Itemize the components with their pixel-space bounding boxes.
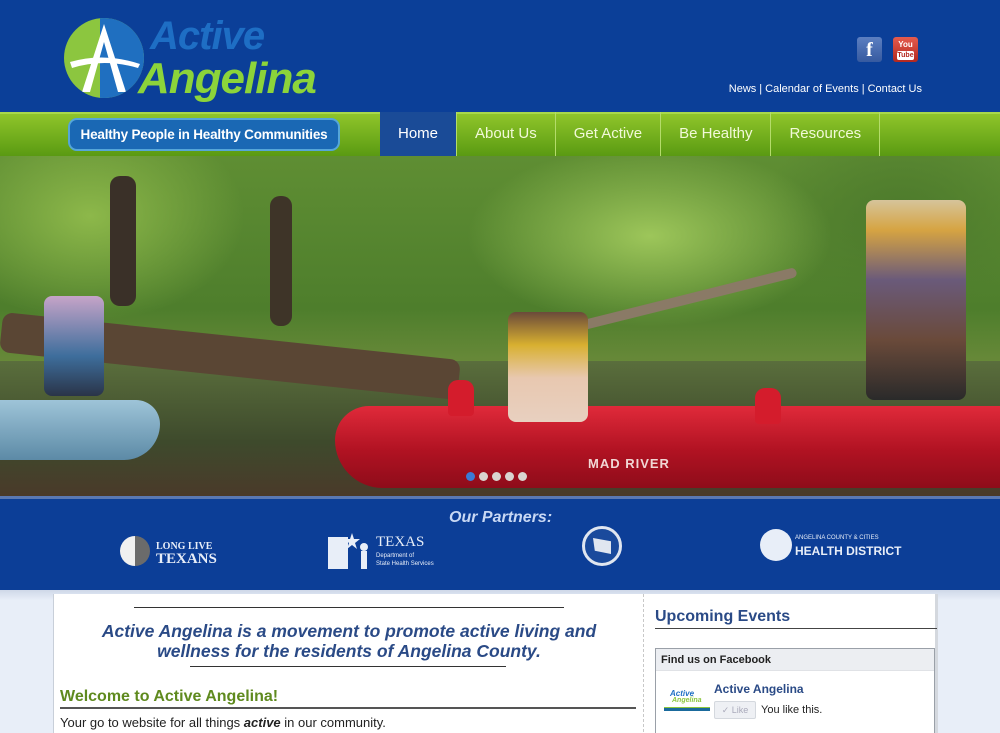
sidebar: Upcoming Events Find us on Facebook Acti…	[643, 594, 938, 733]
nav-item-resources[interactable]: Resources	[771, 112, 881, 156]
welcome-text-part: Your go to website for all things	[60, 715, 244, 730]
nav-item-be-healthy[interactable]: Be Healthy	[661, 112, 772, 156]
hero-tree-trunk	[270, 196, 292, 326]
kayak-brand-label: MAD RIVER	[588, 456, 670, 471]
logo-text-active: Active	[150, 14, 265, 58]
divider	[60, 707, 636, 709]
slideshow-dots	[466, 472, 527, 481]
welcome-text-part: in our community.	[280, 715, 386, 730]
nav-item-get-active[interactable]: Get Active	[556, 112, 662, 156]
slide-dot-1[interactable]	[466, 472, 475, 481]
link-separator: |	[861, 83, 865, 95]
logo-mark-icon	[64, 18, 144, 98]
partner-line: TEXANS	[156, 551, 217, 567]
link-calendar-of-events[interactable]: Calendar of Events	[765, 83, 859, 95]
hero-blue-canoe	[0, 400, 160, 460]
facebook-like-button[interactable]: ✓ Like	[714, 701, 756, 719]
facebook-widget-header: Find us on Facebook	[656, 649, 934, 671]
link-news[interactable]: News	[729, 83, 757, 95]
divider	[655, 628, 937, 629]
youtube-icon[interactable]: You Tube	[893, 37, 918, 62]
texas-flag-icon	[120, 536, 150, 566]
facebook-widget: Find us on Facebook Active Angelina Acti…	[655, 648, 935, 733]
health-district-icon	[760, 529, 792, 561]
partner-line: State Health Services	[376, 561, 434, 567]
site-logo[interactable]: Active Angelina	[64, 14, 354, 103]
partner-line: Department of	[376, 553, 415, 559]
logo-text-angelina: Angelina	[138, 54, 317, 103]
divider	[190, 666, 506, 667]
hero-red-kayak	[335, 380, 1000, 488]
partner-line: HEALTH DISTRICT	[795, 544, 902, 558]
youtube-icon-text-bottom: Tube	[897, 51, 914, 60]
facebook-page-name[interactable]: Active Angelina	[714, 682, 804, 696]
fb-logo-text: Angelina	[672, 697, 702, 704]
main-nav: Healthy People in Healthy Communities Ho…	[0, 112, 1000, 156]
partner-line: ANGELINA COUNTY & CITIES	[795, 535, 879, 541]
welcome-text-emphasis: active	[243, 715, 281, 730]
upcoming-events-heading: Upcoming Events	[655, 608, 791, 625]
facebook-icon[interactable]: f	[857, 37, 882, 62]
site-header: Active Angelina f You Tube News | Calendar…	[0, 0, 1000, 112]
youtube-icon-text-top: You	[898, 40, 913, 49]
partner-county-seal[interactable]	[582, 526, 622, 566]
texas-star-icon	[328, 533, 368, 569]
tagline-badge: Healthy People in Healthy Communities	[68, 118, 340, 151]
slide-dot-5[interactable]	[518, 472, 527, 481]
nav-menu: Home About Us Get Active Be Healthy Reso…	[380, 112, 881, 156]
slide-dot-4[interactable]	[505, 472, 514, 481]
slide-dot-3[interactable]	[492, 472, 501, 481]
divider	[134, 607, 564, 608]
partners-title: Our Partners:	[449, 509, 553, 526]
mission-statement: Active Angelina is a movement to promote…	[101, 621, 597, 661]
hero-person-middle	[508, 312, 588, 422]
county-seal-icon	[593, 538, 611, 554]
link-contact-us[interactable]: Contact Us	[868, 83, 922, 95]
hero-fallen-branch	[562, 267, 798, 335]
partner-subtext: Department of State Health Services	[376, 552, 434, 568]
welcome-text: Your go to website for all things active…	[60, 715, 386, 730]
nav-item-home[interactable]: Home	[380, 112, 457, 156]
link-separator: |	[759, 83, 763, 95]
hero-person-left	[44, 296, 104, 396]
facebook-like-status: You like this.	[761, 704, 823, 716]
nav-item-about-us[interactable]: About Us	[456, 112, 556, 156]
welcome-heading: Welcome to Active Angelina!	[60, 688, 279, 705]
hero-tree-trunk	[110, 176, 136, 306]
partner-long-live-texans-text: LONG LIVE TEXANS	[156, 541, 217, 567]
partner-line: TEXAS	[376, 534, 425, 550]
facebook-page-logo[interactable]: Active Angelina	[664, 687, 710, 713]
slide-dot-2[interactable]	[479, 472, 488, 481]
content-area: Active Angelina is a movement to promote…	[0, 590, 1000, 733]
main-column: Active Angelina is a movement to promote…	[53, 594, 643, 733]
hero-slideshow[interactable]	[0, 156, 1000, 496]
hero-person-right	[866, 200, 966, 400]
partners-bar: Our Partners: LONG LIVE TEXANS TEXAS Dep…	[0, 496, 1000, 590]
top-links: News | Calendar of Events | Contact Us	[729, 83, 922, 95]
